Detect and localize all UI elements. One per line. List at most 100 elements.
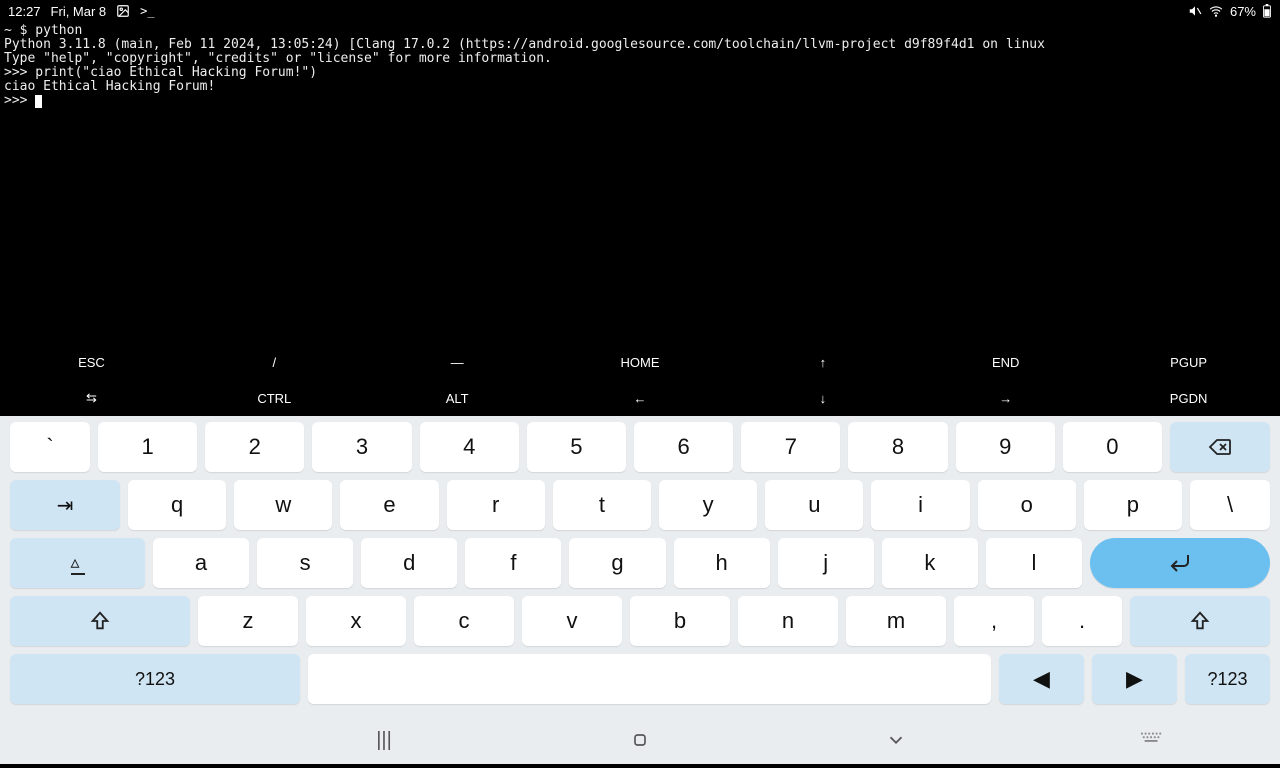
key-k[interactable]: k (882, 538, 978, 588)
wifi-icon (1208, 4, 1224, 18)
key-esc[interactable]: ESC (0, 344, 183, 380)
key-q[interactable]: q (128, 480, 226, 530)
keyboard-icon (1141, 732, 1163, 748)
key-g[interactable]: g (569, 538, 665, 588)
key-backslash[interactable]: \ (1190, 480, 1270, 530)
key-end[interactable]: END (914, 344, 1097, 380)
status-bar: 12:27 Fri, Mar 8 >_ 67% (0, 0, 1280, 22)
key-l[interactable]: l (986, 538, 1082, 588)
key-z[interactable]: z (198, 596, 298, 646)
key-s[interactable]: s (257, 538, 353, 588)
key-8[interactable]: 8 (848, 422, 947, 472)
key-period[interactable]: . (1042, 596, 1122, 646)
key-pgup[interactable]: PGUP (1097, 344, 1280, 380)
key-ctrl[interactable]: CTRL (183, 380, 366, 416)
chevron-down-icon (885, 729, 907, 751)
key-shift-right[interactable] (1130, 596, 1270, 646)
key-comma[interactable]: , (954, 596, 1034, 646)
key-t[interactable]: t (553, 480, 651, 530)
key-y[interactable]: y (659, 480, 757, 530)
status-right: 67% (1188, 4, 1272, 19)
key-home[interactable]: HOME (549, 344, 732, 380)
key-1[interactable]: 1 (98, 422, 197, 472)
key-u[interactable]: u (765, 480, 863, 530)
key-tab[interactable]: ⇥ (10, 480, 120, 530)
key-a[interactable]: a (153, 538, 249, 588)
extra-keys-row-2: ⇆ CTRL ALT ← ↓ → PGDN (0, 380, 1280, 416)
key-v[interactable]: v (522, 596, 622, 646)
key-m[interactable]: m (846, 596, 946, 646)
key-symbols-right[interactable]: ?123 (1185, 654, 1270, 704)
key-dash[interactable]: ― (366, 344, 549, 380)
key-grave[interactable]: ` (10, 422, 90, 472)
key-pgdn[interactable]: PGDN (1097, 380, 1280, 416)
status-date: Fri, Mar 8 (51, 4, 107, 19)
status-time: 12:27 (8, 4, 41, 19)
key-caps[interactable]: ▵ (10, 538, 145, 588)
key-n[interactable]: n (738, 596, 838, 646)
arrow-left-icon: ◀ (1033, 666, 1050, 692)
key-alt[interactable]: ALT (366, 380, 549, 416)
key-5[interactable]: 5 (527, 422, 626, 472)
backspace-icon (1208, 435, 1232, 459)
status-left: 12:27 Fri, Mar 8 >_ (8, 4, 155, 19)
terminal-icon: >_ (140, 4, 154, 18)
key-0[interactable]: 0 (1063, 422, 1162, 472)
terminal-output[interactable]: ~ $ python Python 3.11.8 (main, Feb 11 2… (0, 22, 1280, 344)
key-backspace[interactable] (1170, 422, 1270, 472)
terminal-line: ciao Ethical Hacking Forum! (4, 79, 215, 94)
terminal-line: Python 3.11.8 (main, Feb 11 2024, 13:05:… (4, 37, 1045, 52)
key-3[interactable]: 3 (312, 422, 411, 472)
key-symbols-left[interactable]: ?123 (10, 654, 300, 704)
key-4[interactable]: 4 (420, 422, 519, 472)
key-enter[interactable] (1090, 538, 1270, 588)
key-right[interactable]: → (914, 380, 1097, 416)
key-up[interactable]: ↑ (731, 344, 914, 380)
key-2[interactable]: 2 (205, 422, 304, 472)
key-d[interactable]: d (361, 538, 457, 588)
key-kbd-toggle[interactable]: ⇆ (0, 380, 183, 416)
key-o[interactable]: o (978, 480, 1076, 530)
key-f[interactable]: f (465, 538, 561, 588)
nav-back[interactable] (876, 729, 916, 751)
key-9[interactable]: 9 (956, 422, 1055, 472)
battery-percent: 67% (1230, 4, 1256, 19)
key-b[interactable]: b (630, 596, 730, 646)
key-i[interactable]: i (871, 480, 969, 530)
image-icon (116, 4, 130, 18)
terminal-line: >>> print("ciao Ethical Hacking Forum!") (4, 65, 317, 80)
key-6[interactable]: 6 (634, 422, 733, 472)
cursor (35, 95, 42, 108)
key-down[interactable]: ↓ (731, 380, 914, 416)
key-cursor-left[interactable]: ◀ (999, 654, 1084, 704)
nav-home[interactable] (620, 730, 660, 750)
nav-recents[interactable]: ||| (364, 729, 404, 752)
key-cursor-right[interactable]: ▶ (1092, 654, 1177, 704)
key-j[interactable]: j (778, 538, 874, 588)
key-h[interactable]: h (674, 538, 770, 588)
nav-keyboard-switch[interactable] (1132, 732, 1172, 748)
key-left[interactable]: ← (549, 380, 732, 416)
shift-up-icon (1189, 610, 1211, 632)
extra-keys-row-1: ESC / ― HOME ↑ END PGUP (0, 344, 1280, 380)
key-p[interactable]: p (1084, 480, 1182, 530)
soft-keyboard: ` 1 2 3 4 5 6 7 8 9 0 ⇥ q w e r t y u i … (0, 416, 1280, 716)
terminal-line: ~ $ python (4, 23, 82, 38)
enter-icon (1168, 551, 1192, 575)
key-slash[interactable]: / (183, 344, 366, 380)
mute-icon (1188, 4, 1202, 18)
terminal-line: >>> (4, 93, 35, 108)
key-e[interactable]: e (340, 480, 438, 530)
home-icon (630, 730, 650, 750)
key-x[interactable]: x (306, 596, 406, 646)
key-c[interactable]: c (414, 596, 514, 646)
key-space[interactable] (308, 654, 991, 704)
shift-up-icon (89, 610, 111, 632)
key-r[interactable]: r (447, 480, 545, 530)
caps-icon: ▵ (71, 552, 85, 575)
key-7[interactable]: 7 (741, 422, 840, 472)
arrow-right-icon: ▶ (1126, 666, 1143, 692)
key-w[interactable]: w (234, 480, 332, 530)
tab-icon: ⇥ (57, 493, 74, 518)
key-shift-left[interactable] (10, 596, 190, 646)
